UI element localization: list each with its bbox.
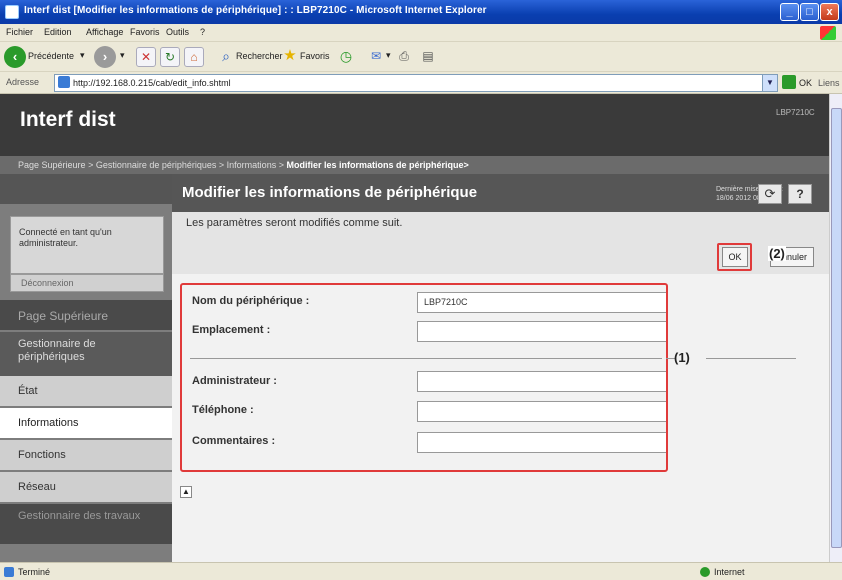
ie-app-icon xyxy=(5,5,19,19)
notice-text: Les paramètres seront modifiés comme sui… xyxy=(186,217,403,229)
page-done-icon xyxy=(4,567,14,577)
sidebar-item-job-manager[interactable]: Gestionnaire des travaux xyxy=(0,504,172,544)
menu-help[interactable]: ? xyxy=(200,27,205,37)
page-top-icon[interactable]: ▲ xyxy=(180,486,192,498)
form-highlight-box xyxy=(180,283,668,472)
breadcrumb-information[interactable]: Informations xyxy=(227,160,277,170)
edit-icon[interactable]: ▤ xyxy=(418,47,438,67)
vertical-scrollbar[interactable] xyxy=(829,94,842,562)
address-bar: Adresse http://192.168.0.215/cab/edit_in… xyxy=(0,72,842,94)
status-text: Terminé xyxy=(18,567,51,577)
ok-highlight-box xyxy=(717,243,752,271)
sidebar-item-device-manager[interactable]: Gestionnaire de périphériques xyxy=(0,332,172,376)
go-button[interactable]: OK xyxy=(799,78,812,88)
app-logo: Interf dist xyxy=(20,108,116,131)
sidebar-item-status[interactable]: État xyxy=(0,376,172,406)
window-title-bar[interactable]: Interf dist [Modifier les informations d… xyxy=(0,0,842,24)
forward-dropdown-icon[interactable]: ▾ xyxy=(120,50,125,61)
sidebar-item-information[interactable]: Informations xyxy=(0,408,172,438)
page-icon xyxy=(58,76,70,88)
favorites-button-label[interactable]: Favoris xyxy=(300,51,330,61)
sidebar-header xyxy=(0,174,172,204)
help-icon: ? xyxy=(796,187,804,201)
page-header: Interf dist LBP7210C xyxy=(0,94,829,156)
refresh-icon[interactable]: ↻ xyxy=(160,47,180,67)
status-bar: Terminé Internet xyxy=(0,562,842,580)
minimize-button[interactable]: _ xyxy=(780,3,799,21)
mail-dropdown-icon[interactable]: ▾ xyxy=(386,50,391,61)
breadcrumb-current: Modifier les informations de périphériqu… xyxy=(286,160,469,170)
go-arrow-icon[interactable] xyxy=(782,75,796,89)
annotation-1-line xyxy=(706,358,796,359)
breadcrumb: Page Supérieure > Gestionnaire de périph… xyxy=(0,156,829,174)
links-button[interactable]: Liens xyxy=(818,78,840,88)
breadcrumb-home[interactable]: Page Supérieure xyxy=(18,160,86,170)
form-area: Nom du périphérique : LBP7210C Emplaceme… xyxy=(172,274,829,562)
sidebar-item-home[interactable]: Page Supérieure xyxy=(0,300,172,330)
security-zone-text: Internet xyxy=(714,567,745,577)
address-dropdown-icon[interactable]: ▼ xyxy=(762,74,778,92)
window-title: Interf dist [Modifier les informations d… xyxy=(24,5,487,16)
browser-toolbar: ‹ Précédente ▾ › ▾ ✕ ↻ ⌂ ⌕ Rechercher ★ … xyxy=(0,42,842,72)
sidebar: Connecté en tant qu'un administrateur. D… xyxy=(0,174,172,562)
annotation-1: (1) xyxy=(674,350,690,365)
back-dropdown-icon[interactable]: ▾ xyxy=(80,50,85,61)
scrollbar-thumb[interactable] xyxy=(831,108,842,548)
print-icon[interactable]: ⎙ xyxy=(394,47,414,67)
address-label: Adresse xyxy=(6,77,40,87)
history-icon[interactable]: ◷ xyxy=(336,47,356,67)
action-area: Les paramètres seront modifiés comme sui… xyxy=(172,212,829,274)
menu-fichier[interactable]: Fichier xyxy=(6,27,33,37)
page-title-bar: Modifier les informations de périphériqu… xyxy=(172,174,829,212)
menu-bar: Fichier Edition Affichage Favoris Outils… xyxy=(0,24,842,42)
search-icon[interactable]: ⌕ xyxy=(216,47,236,67)
forward-arrow-icon[interactable]: › xyxy=(94,46,116,68)
login-status-box: Connecté en tant qu'un administrateur. xyxy=(10,216,164,274)
page-content: Interf dist LBP7210C Page Supérieure > G… xyxy=(0,94,829,562)
menu-outils[interactable]: Outils xyxy=(166,27,189,37)
annotation-2: (2) xyxy=(768,246,786,261)
login-status-text: Connecté en tant qu'un administrateur. xyxy=(19,227,112,248)
help-button[interactable]: ? xyxy=(788,184,812,204)
back-button-label[interactable]: Précédente xyxy=(28,51,74,61)
refresh-icon: ⟳ xyxy=(764,186,776,201)
mail-icon[interactable]: ✉ xyxy=(366,47,386,67)
windows-logo-icon xyxy=(820,26,836,40)
close-button[interactable]: x xyxy=(820,3,839,21)
internet-zone-icon xyxy=(700,567,710,577)
stop-icon[interactable]: ✕ xyxy=(136,47,156,67)
menu-edition[interactable]: Edition xyxy=(44,27,72,37)
home-icon[interactable]: ⌂ xyxy=(184,47,204,67)
favorites-star-icon[interactable]: ★ xyxy=(280,47,300,67)
breadcrumb-device-manager[interactable]: Gestionnaire de périphériques xyxy=(96,160,217,170)
address-input[interactable]: http://192.168.0.215/cab/edit_info.shtml xyxy=(54,74,764,92)
sidebar-item-functions[interactable]: Fonctions xyxy=(0,440,172,470)
search-button-label[interactable]: Rechercher xyxy=(236,51,283,61)
back-arrow-icon[interactable]: ‹ xyxy=(4,46,26,68)
maximize-button[interactable]: □ xyxy=(800,3,819,21)
menu-affichage[interactable]: Affichage xyxy=(86,27,123,37)
logout-button[interactable]: Déconnexion xyxy=(10,274,164,292)
refresh-button[interactable]: ⟳ xyxy=(758,184,782,204)
page-title: Modifier les informations de périphériqu… xyxy=(182,184,478,201)
device-model: LBP7210C xyxy=(776,108,815,117)
sidebar-item-network[interactable]: Réseau xyxy=(0,472,172,502)
menu-favoris[interactable]: Favoris xyxy=(130,27,160,37)
